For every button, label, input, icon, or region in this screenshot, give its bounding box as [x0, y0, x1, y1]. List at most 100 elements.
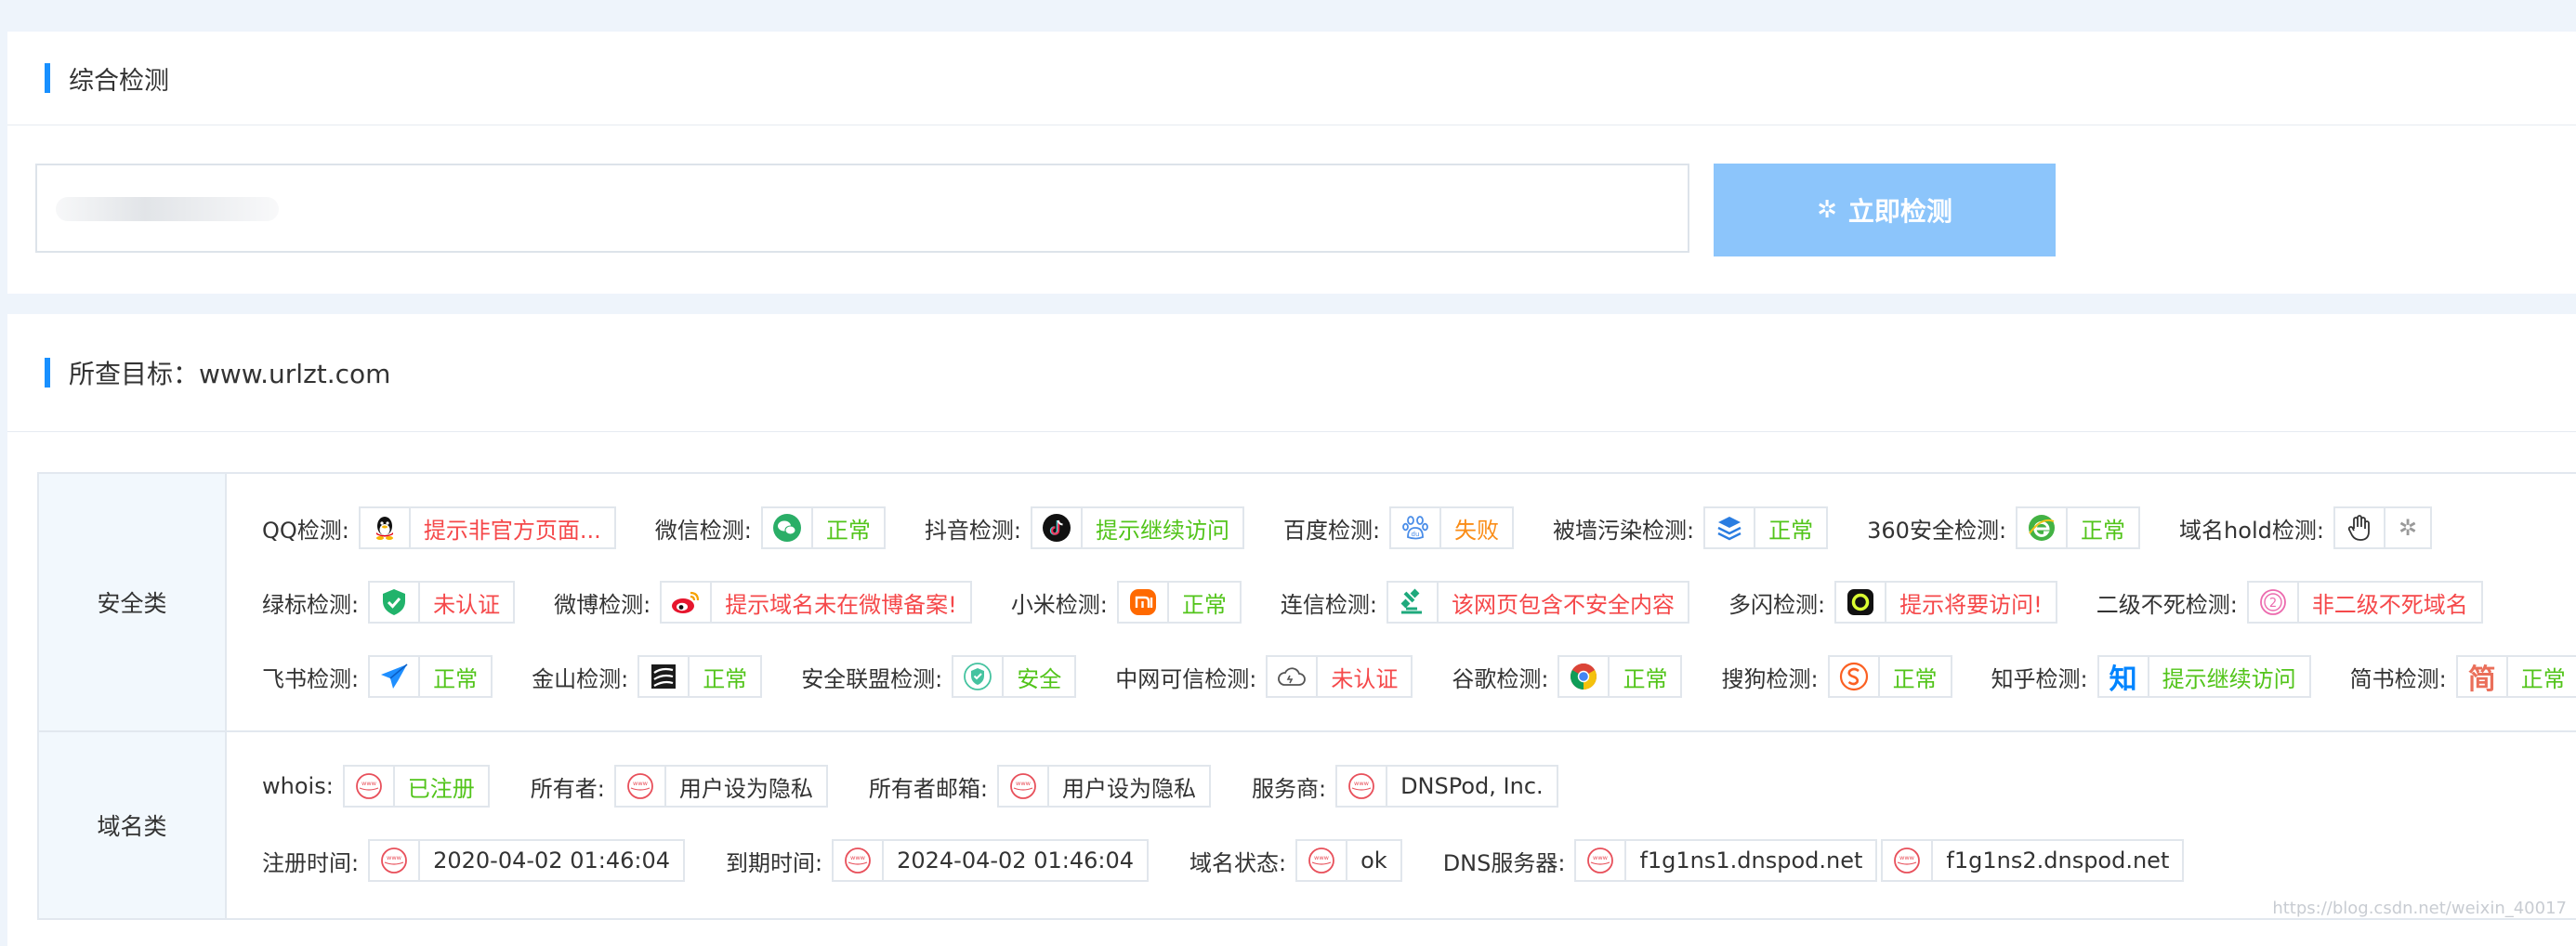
- security-category-row: 安全类 QQ检测: 提示非官方页面... 微信检测: 正常 抖音检测: 提示继续访问 百度检…: [37, 474, 2576, 732]
- jianshu-icon: 简: [2458, 657, 2508, 696]
- check-label: 飞书检测:: [262, 665, 360, 692]
- check-result-chip[interactable]: 提示非官方页面...: [358, 506, 616, 549]
- check-status: 正常: [433, 665, 479, 692]
- check-status: 正常: [825, 517, 871, 544]
- lianxin-icon: [1388, 583, 1439, 622]
- douyin-icon: [1032, 508, 1083, 547]
- ie-360-icon: [2017, 508, 2069, 547]
- check-result-chip[interactable]: 知提示继续访问: [2096, 655, 2311, 698]
- check-item: 微信检测: 正常: [655, 506, 886, 549]
- check-result-chip[interactable]: 正常: [1116, 581, 1242, 624]
- check-status: 未认证: [433, 591, 501, 618]
- check-result-chip[interactable]: www 已注册: [342, 765, 490, 808]
- check-item: 二级不死检测: 2 非二级不死域名: [2096, 581, 2483, 624]
- check-result-chip[interactable]: www ok: [1295, 839, 1402, 882]
- check-item: 绿标检测: 未认证: [262, 581, 516, 624]
- www-icon: www: [345, 767, 395, 806]
- check-result-chip[interactable]: 正常: [760, 506, 886, 549]
- check-item: 所有者邮箱: www 用户设为隐私: [869, 765, 1211, 808]
- check-status: f1g1ns2.dnspod.net: [1946, 847, 2170, 874]
- check-label: 连信检测:: [1280, 591, 1377, 618]
- sogou-icon: [1830, 657, 1880, 696]
- zhihu-icon: 知: [2099, 657, 2149, 696]
- green-shield-icon: [370, 583, 421, 622]
- check-item: 所有者: www 用户设为隐私: [531, 765, 828, 808]
- check-label: 微信检测:: [654, 517, 752, 544]
- title-accent-bar: [45, 63, 50, 93]
- check-status: f1g1ns1.dnspod.net: [1639, 847, 1863, 874]
- check-label: 抖音检测:: [924, 517, 1021, 544]
- check-status: 2024-04-02 01:46:04: [897, 847, 1134, 874]
- check-result-chip[interactable]: ✲: [2333, 506, 2433, 549]
- domain-search-input[interactable]: [35, 164, 1689, 253]
- security-line: 绿标检测: 未认证 微博检测: 提示域名未在微博备案! 小米检测: 正常 连信检测: 该网页包…: [262, 565, 2576, 639]
- check-status: 该网页包含不安全内容: [1452, 591, 1675, 618]
- check-item: 多闪检测: 提示将要访问!: [1728, 581, 2057, 624]
- check-status: 正常: [1623, 665, 1668, 692]
- check-result-chip[interactable]: 未认证: [368, 581, 516, 624]
- duoshan-icon: [1836, 583, 1887, 622]
- check-result-chip[interactable]: 正常: [637, 655, 763, 698]
- www-icon: www: [834, 841, 885, 880]
- check-result-chip[interactable]: 正常: [1827, 655, 1952, 698]
- check-result-chip[interactable]: 正常: [1703, 506, 1829, 549]
- check-result-chip[interactable]: 提示将要访问!: [1834, 581, 2057, 624]
- check-result-chip[interactable]: www 2024-04-02 01:46:04: [832, 839, 1149, 882]
- check-status: 非二级不死域名: [2311, 591, 2468, 618]
- check-now-button[interactable]: ✲ 立即检测: [1714, 164, 2056, 256]
- svg-text:www: www: [387, 854, 402, 861]
- check-result-chip[interactable]: 简正常: [2455, 655, 2576, 698]
- check-result-chip[interactable]: 正常: [2016, 506, 2141, 549]
- check-result-chip[interactable]: 2 非二级不死域名: [2246, 581, 2483, 624]
- check-result-chip[interactable]: www 用户设为隐私: [996, 765, 1211, 808]
- search-row: ✲ 立即检测: [35, 164, 2576, 256]
- security-category-label: 安全类: [37, 474, 227, 730]
- blurred-input-value: [56, 197, 279, 221]
- check-result-chip[interactable]: 正常: [368, 655, 493, 698]
- svg-text:www: www: [1593, 854, 1609, 861]
- check-item: DNS服务器: www f1g1ns1.dnspod.net www f1g1ns2.d…: [1443, 839, 2185, 882]
- domain-line: 注册时间: www 2020-04-02 01:46:04 到期时间: www 2024-…: [262, 823, 2576, 898]
- check-label: 被墙污染检测:: [1553, 517, 1695, 544]
- check-item: 连信检测: 该网页包含不安全内容: [1281, 581, 1689, 624]
- check-label: DNS服务器:: [1442, 849, 1566, 876]
- check-item: 注册时间: www 2020-04-02 01:46:04: [262, 839, 685, 882]
- check-status: 已注册: [407, 775, 475, 802]
- check-item: whois: www 已注册: [262, 765, 490, 808]
- check-result-chip[interactable]: www f1g1ns1.dnspod.net: [1574, 839, 1878, 882]
- check-result-chip[interactable]: www 2020-04-02 01:46:04: [368, 839, 685, 882]
- check-label: 谷歌检测:: [1452, 665, 1549, 692]
- check-result-chip[interactable]: 该网页包含不安全内容: [1387, 581, 1689, 624]
- hand-stop-icon: [2335, 508, 2385, 547]
- svg-text:www: www: [1314, 854, 1330, 861]
- check-status: 未认证: [1331, 665, 1399, 692]
- check-result-chip[interactable]: www 用户设为隐私: [613, 765, 828, 808]
- check-item: 中网可信检测: 未认证: [1115, 655, 1413, 698]
- svg-text:www: www: [1016, 780, 1032, 787]
- www-icon: www: [1297, 841, 1348, 880]
- check-label: 百度检测:: [1282, 517, 1381, 544]
- security-line: QQ检测: 提示非官方页面... 微信检测: 正常 抖音检测: 提示继续访问 百度检测: du…: [262, 491, 2576, 565]
- result-card-header: 所查目标：www.urlzt.com: [7, 314, 2576, 432]
- check-status: 正常: [1768, 517, 1814, 544]
- check-result-chip[interactable]: www f1g1ns2.dnspod.net: [1881, 839, 2185, 882]
- check-result-chip[interactable]: du 失败: [1389, 506, 1515, 549]
- check-result-chip[interactable]: 提示域名未在微博备案!: [660, 581, 972, 624]
- watermark: https://blog.csdn.net/weixin_40017: [2272, 899, 2567, 918]
- check-result-chip[interactable]: 安全: [952, 655, 1077, 698]
- www-icon: www: [370, 841, 421, 880]
- xiaomi-icon: [1119, 583, 1169, 622]
- title-accent-bar: [45, 358, 50, 388]
- result-card: 所查目标：www.urlzt.com 安全类 QQ检测: 提示非官方页面... 微信…: [7, 314, 2576, 946]
- check-label: 360安全检测:: [1867, 517, 2007, 544]
- svg-text:www: www: [361, 780, 377, 787]
- check-label: 中网可信检测:: [1115, 665, 1257, 692]
- result-target-title: 所查目标：www.urlzt.com: [69, 359, 391, 389]
- check-result-chip[interactable]: 正常: [1557, 655, 1683, 698]
- check-item: 安全联盟检测: 安全: [801, 655, 1077, 698]
- baidu-paw-icon: du: [1391, 508, 1442, 547]
- check-result-chip[interactable]: 提示继续访问: [1030, 506, 1244, 549]
- check-result-chip[interactable]: www DNSPod, Inc.: [1335, 765, 1558, 808]
- check-result-chip[interactable]: 未认证: [1266, 655, 1413, 698]
- check-item: 谷歌检测: 正常: [1452, 655, 1683, 698]
